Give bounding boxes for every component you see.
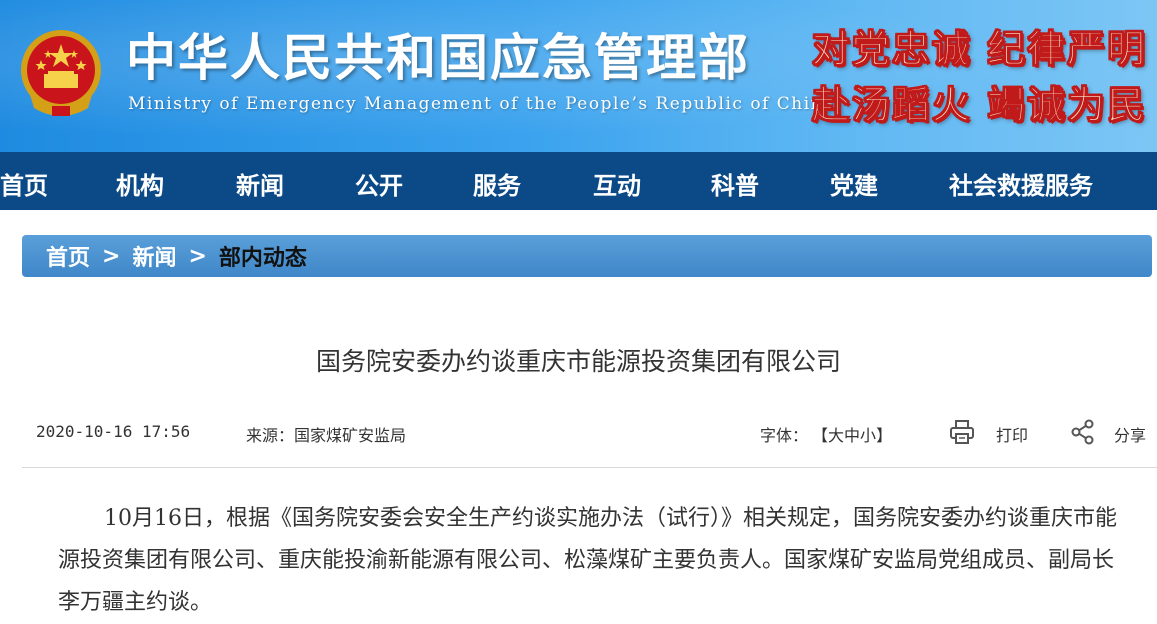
font-size-label: 字体： xyxy=(760,426,809,445)
nav-item-home[interactable]: 首页 xyxy=(0,166,48,201)
article-title: 国务院安委办约谈重庆市能源投资集团有限公司 xyxy=(315,347,841,376)
slogan-line-2: 赴汤蹈火 竭诚为民 xyxy=(811,83,1147,128)
article-date: 2020-10-16 17:56 xyxy=(36,422,191,441)
font-bracket-close: 】 xyxy=(876,426,893,445)
article-meta: 2020-10-16 17:56 来源：国家煤矿安监局 字体： 【大中小】 打印… xyxy=(22,418,1157,448)
nav-item-organization[interactable]: 机构 xyxy=(116,166,164,201)
main-nav: 首页 机构 新闻 公开 服务 互动 科普 党建 社会救援服务 xyxy=(0,152,1157,210)
print-link[interactable]: 打印 xyxy=(996,422,1028,446)
nav-item-social-rescue[interactable]: 社会救援服务 xyxy=(949,166,1093,201)
nav-item-science[interactable]: 科普 xyxy=(711,166,759,201)
site-subtitle: Ministry of Emergency Management of the … xyxy=(128,94,835,114)
meta-divider xyxy=(22,467,1157,468)
slogan-line-1: 对党忠诚 纪律严明 xyxy=(811,27,1147,72)
nav-item-public[interactable]: 公开 xyxy=(355,166,403,201)
font-size-small-button[interactable]: 小 xyxy=(860,426,876,445)
article-body: 10月16日，根据《国务院安委会安全生产约谈实施办法（试行）》相关规定，国务院安… xyxy=(58,506,1117,615)
printer-icon[interactable] xyxy=(948,418,976,446)
nav-item-news[interactable]: 新闻 xyxy=(236,166,284,201)
breadcrumb-home[interactable]: 首页 xyxy=(46,240,90,272)
font-size-medium-button[interactable]: 中 xyxy=(844,426,860,445)
font-size-controls: 【大中小】 xyxy=(812,422,892,446)
nav-item-interaction[interactable]: 互动 xyxy=(593,166,641,201)
nav-item-party[interactable]: 党建 xyxy=(830,166,878,201)
national-emblem-icon[interactable] xyxy=(16,24,106,120)
nav-item-services[interactable]: 服务 xyxy=(473,166,521,201)
site-title: 中华人民共和国应急管理部 xyxy=(126,29,750,87)
font-bracket-open: 【 xyxy=(812,426,829,445)
breadcrumb-separator: > xyxy=(102,243,121,269)
article-source: 来源：国家煤矿安监局 xyxy=(246,426,407,445)
share-link[interactable]: 分享 xyxy=(1114,422,1146,446)
breadcrumb-current[interactable]: 部内动态 xyxy=(219,240,307,272)
share-icon[interactable] xyxy=(1070,419,1096,445)
breadcrumb-news[interactable]: 新闻 xyxy=(132,240,176,272)
site-header: 中华人民共和国应急管理部 Ministry of Emergency Manag… xyxy=(0,0,1157,152)
font-size-large-button[interactable]: 大 xyxy=(828,426,844,445)
breadcrumb: 首页 > 新闻 > 部内动态 xyxy=(22,235,1152,277)
breadcrumb-separator: > xyxy=(188,243,207,269)
